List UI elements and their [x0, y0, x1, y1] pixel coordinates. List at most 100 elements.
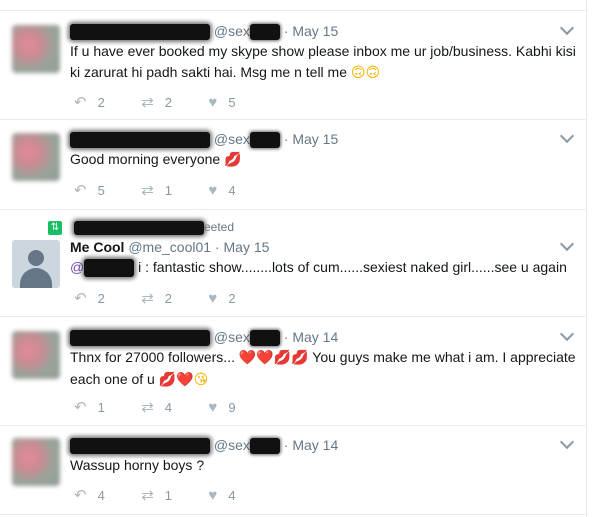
reply-count: 2: [97, 94, 105, 110]
kiss-mark-emoji: 💋: [291, 350, 309, 366]
kiss-mark-emoji: 💋: [158, 372, 177, 388]
retweet-icon: ⇄: [141, 182, 154, 199]
retweet-count: 2: [164, 94, 173, 110]
redacted-name: [70, 132, 210, 149]
retweet-icon: ⇄: [141, 487, 154, 504]
like-icon: ♥: [208, 94, 218, 111]
like-count: 9: [228, 400, 236, 415]
tweet-text-body: Good morning everyone: [70, 151, 221, 167]
tweet-4[interactable]: @sex · May 14 Thnx for 27000 followers..…: [0, 317, 586, 426]
reply-count: 1: [97, 399, 105, 415]
tweet-date[interactable]: May 14: [292, 329, 338, 345]
chevron-down-icon[interactable]: [559, 434, 575, 450]
like-icon: ♥: [208, 487, 218, 504]
tweet-text: If u have ever booked my skype show plea…: [70, 41, 580, 84]
retweet-icon: ⇄: [141, 94, 154, 111]
tweet-header: @sex · May 14: [70, 329, 338, 347]
avatar[interactable]: [12, 331, 60, 379]
tweet-date[interactable]: May 15: [292, 131, 338, 147]
redacted-handle: [249, 330, 280, 347]
handle[interactable]: @sex: [214, 23, 250, 39]
tweet-text-body: i : fantastic show........lots of cum...…: [138, 259, 567, 275]
reply-button[interactable]: ↶ 2: [74, 93, 110, 111]
like-button[interactable]: ♥ 2: [208, 290, 240, 307]
retweet-count: 4: [164, 399, 173, 415]
tweet-header: @sex · May 15: [70, 131, 338, 149]
reply-icon: ↶: [74, 399, 87, 416]
chevron-down-icon[interactable]: [559, 128, 575, 144]
like-count: 4: [228, 488, 236, 503]
handle[interactable]: @me_cool01: [128, 239, 211, 255]
display-name[interactable]: Me Cool: [70, 239, 124, 255]
retweet-button[interactable]: ⇄ 1: [141, 181, 177, 199]
kiss-mark-emoji: 💋: [224, 152, 242, 168]
tweet-header: @sex · May 14: [70, 437, 338, 455]
avatar[interactable]: [12, 438, 60, 486]
reply-icon: ↶: [74, 487, 87, 504]
like-icon: ♥: [208, 399, 218, 416]
tweet-actions: ↶ 2 ⇄ 2 ♥ 5: [74, 93, 268, 111]
retweet-button[interactable]: ⇄ 4: [141, 398, 177, 416]
retweet-button[interactable]: ⇄ 2: [141, 289, 177, 307]
tweet-2[interactable]: @sex · May 15 Good morning everyone 💋 ↶ 5…: [0, 119, 586, 210]
chevron-down-icon[interactable]: [559, 20, 575, 36]
timeline: @sex · May 15 If u have ever booked my s…: [0, 0, 587, 517]
tweet-actions: ↶ 5 ⇄ 1 ♥ 4: [74, 181, 268, 199]
redacted-name: [70, 330, 210, 347]
like-count: 4: [228, 183, 236, 198]
retweet-badge-icon: ⇅: [48, 220, 62, 235]
like-count: 5: [228, 95, 236, 110]
redacted-handle: [249, 438, 280, 455]
like-button[interactable]: ♥ 4: [208, 487, 240, 504]
reply-icon: ↶: [74, 182, 87, 199]
reply-count: 5: [97, 182, 105, 198]
red-heart-emoji: ❤️: [176, 372, 194, 388]
tweet-text-body: If u have ever booked my skype show plea…: [70, 43, 576, 80]
tweet-date[interactable]: May 15: [224, 239, 270, 255]
avatar-head-shape: [28, 250, 44, 266]
tweet-1[interactable]: @sex · May 15 If u have ever booked my s…: [0, 10, 586, 120]
like-icon: ♥: [208, 290, 218, 307]
handle[interactable]: @sex: [214, 131, 250, 147]
retweet-count: 1: [164, 182, 173, 198]
tweet-header: Me Cool @me_cool01 · May 15: [70, 239, 270, 255]
kiss-mark-emoji: 💋: [273, 350, 292, 366]
avatar-body-shape: [20, 268, 52, 288]
retweet-count: 2: [164, 290, 173, 306]
reply-button[interactable]: ↶ 5: [74, 181, 110, 199]
reply-count: 4: [97, 487, 105, 503]
tweet-date[interactable]: May 15: [292, 23, 338, 39]
like-button[interactable]: ♥ 4: [208, 182, 240, 199]
retweet-button[interactable]: ⇄ 2: [141, 93, 177, 111]
like-button[interactable]: ♥ 5: [208, 94, 240, 111]
tweet-5[interactable]: @sex · May 14 Wassup horny boys ? ↶ 4 ⇄ 1 …: [0, 426, 586, 515]
default-avatar[interactable]: [12, 240, 60, 288]
face-blowing-kiss-emoji: 😘: [193, 372, 209, 388]
retweet-icon: ⇄: [141, 399, 154, 416]
tweet-actions: ↶ 2 ⇄ 2 ♥ 2: [74, 289, 268, 307]
upside-down-face-emoji: 🙃: [350, 65, 366, 81]
reply-button[interactable]: ↶ 1: [74, 398, 110, 416]
reply-button[interactable]: ↶ 4: [74, 486, 110, 504]
like-count: 2: [228, 291, 236, 306]
retweet-count: 1: [164, 487, 173, 503]
reply-icon: ↶: [74, 94, 87, 111]
like-button[interactable]: ♥ 9: [208, 399, 240, 416]
tweet-3-retweet[interactable]: ⇅ eeted Me Cool @me_cool01 · May 15 @ i :…: [0, 210, 586, 317]
redacted-handle: [249, 24, 280, 41]
avatar[interactable]: [12, 133, 60, 181]
chevron-down-icon[interactable]: [559, 326, 575, 342]
avatar[interactable]: [12, 25, 60, 73]
tweet-actions: ↶ 4 ⇄ 1 ♥ 4: [74, 486, 268, 504]
redacted-retweeter: [74, 220, 204, 235]
reply-button[interactable]: ↶ 2: [74, 289, 110, 307]
tweet-date[interactable]: May 14: [292, 437, 338, 453]
retweet-button[interactable]: ⇄ 1: [141, 486, 177, 504]
mention[interactable]: @: [70, 259, 84, 275]
handle[interactable]: @sex: [214, 329, 250, 345]
chevron-down-icon[interactable]: [559, 236, 575, 252]
red-heart-emoji: ❤️: [256, 350, 274, 366]
reply-icon: ↶: [74, 290, 87, 307]
handle[interactable]: @sex: [214, 437, 250, 453]
like-icon: ♥: [208, 182, 218, 199]
